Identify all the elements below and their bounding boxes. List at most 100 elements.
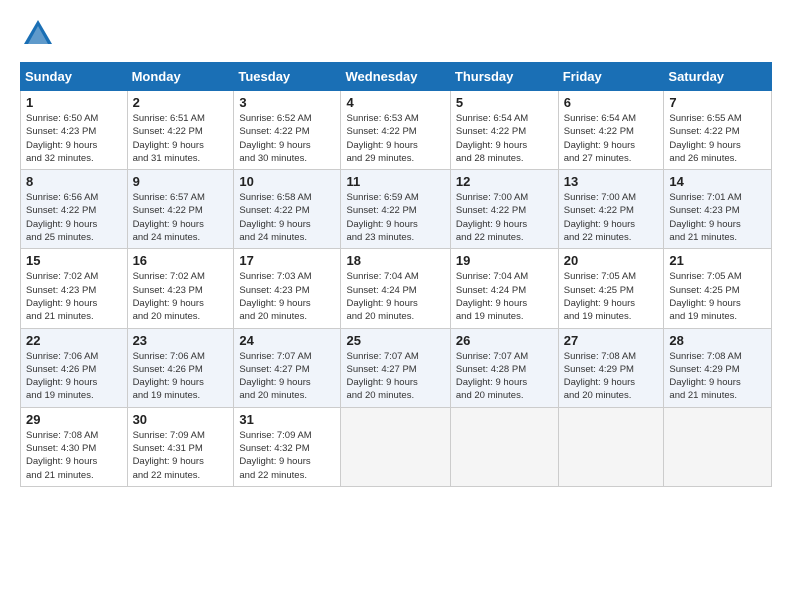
day-number: 6 xyxy=(564,95,659,110)
calendar-cell: 20 Sunrise: 7:05 AMSunset: 4:25 PMDayligh… xyxy=(558,249,664,328)
day-info: Sunrise: 7:09 AMSunset: 4:32 PMDaylight:… xyxy=(239,429,335,482)
calendar-cell: 18Sunrise: 7:04 AMSunset: 4:24 PMDayligh… xyxy=(341,249,450,328)
day-number: 21 xyxy=(669,253,766,268)
day-info: Sunrise: 7:02 AMSunset: 4:23 PMDaylight:… xyxy=(26,270,122,323)
header xyxy=(20,16,772,52)
header-friday: Friday xyxy=(558,63,664,91)
day-info: Sunrise: 7:08 AMSunset: 4:29 PMDaylight:… xyxy=(564,350,659,403)
week-row-4: 22 Sunrise: 7:06 AMSunset: 4:26 PMDayligh… xyxy=(21,328,772,407)
calendar-cell: 10 Sunrise: 6:58 AMSunset: 4:22 PMDayligh… xyxy=(234,170,341,249)
day-number: 23 xyxy=(133,333,229,348)
day-info: Sunrise: 7:05 AMSunset: 4:25 PMDaylight:… xyxy=(669,270,766,323)
header-thursday: Thursday xyxy=(450,63,558,91)
calendar-cell xyxy=(664,407,772,486)
calendar-cell: 5Sunrise: 6:54 AMSunset: 4:22 PMDaylight… xyxy=(450,91,558,170)
day-info: Sunrise: 6:57 AMSunset: 4:22 PMDaylight:… xyxy=(133,191,229,244)
day-info: Sunrise: 7:06 AMSunset: 4:26 PMDaylight:… xyxy=(26,350,122,403)
day-info: Sunrise: 7:09 AMSunset: 4:31 PMDaylight:… xyxy=(133,429,229,482)
day-number: 5 xyxy=(456,95,553,110)
logo xyxy=(20,16,60,52)
header-tuesday: Tuesday xyxy=(234,63,341,91)
day-info: Sunrise: 6:59 AMSunset: 4:22 PMDaylight:… xyxy=(346,191,444,244)
day-info: Sunrise: 7:02 AMSunset: 4:23 PMDaylight:… xyxy=(133,270,229,323)
day-number: 8 xyxy=(26,174,122,189)
day-number: 13 xyxy=(564,174,659,189)
calendar-cell: 14Sunrise: 7:01 AMSunset: 4:23 PMDayligh… xyxy=(664,170,772,249)
calendar-body: 1 Sunrise: 6:50 AMSunset: 4:23 PMDaylight… xyxy=(21,91,772,487)
header-wednesday: Wednesday xyxy=(341,63,450,91)
header-monday: Monday xyxy=(127,63,234,91)
day-number: 1 xyxy=(26,95,122,110)
calendar-cell: 3 Sunrise: 6:52 AMSunset: 4:22 PMDaylight… xyxy=(234,91,341,170)
calendar-cell xyxy=(341,407,450,486)
day-number: 16 xyxy=(133,253,229,268)
day-number: 19 xyxy=(456,253,553,268)
calendar-cell xyxy=(450,407,558,486)
calendar-cell: 29 Sunrise: 7:08 AMSunset: 4:30 PMDayligh… xyxy=(21,407,128,486)
calendar-cell: 21 Sunrise: 7:05 AMSunset: 4:25 PMDayligh… xyxy=(664,249,772,328)
day-number: 10 xyxy=(239,174,335,189)
calendar-cell: 15 Sunrise: 7:02 AMSunset: 4:23 PMDayligh… xyxy=(21,249,128,328)
day-info: Sunrise: 6:53 AMSunset: 4:22 PMDaylight:… xyxy=(346,112,444,165)
calendar-cell: 27 Sunrise: 7:08 AMSunset: 4:29 PMDayligh… xyxy=(558,328,664,407)
calendar-cell: 8 Sunrise: 6:56 AMSunset: 4:22 PMDaylight… xyxy=(21,170,128,249)
day-number: 12 xyxy=(456,174,553,189)
day-number: 9 xyxy=(133,174,229,189)
header-sunday: Sunday xyxy=(21,63,128,91)
day-info: Sunrise: 7:07 AMSunset: 4:28 PMDaylight:… xyxy=(456,350,553,403)
calendar-cell: 23 Sunrise: 7:06 AMSunset: 4:26 PMDayligh… xyxy=(127,328,234,407)
day-info: Sunrise: 7:06 AMSunset: 4:26 PMDaylight:… xyxy=(133,350,229,403)
day-info: Sunrise: 6:52 AMSunset: 4:22 PMDaylight:… xyxy=(239,112,335,165)
day-info: Sunrise: 7:08 AMSunset: 4:30 PMDaylight:… xyxy=(26,429,122,482)
week-row-5: 29 Sunrise: 7:08 AMSunset: 4:30 PMDayligh… xyxy=(21,407,772,486)
calendar-cell: 12 Sunrise: 7:00 AMSunset: 4:22 PMDayligh… xyxy=(450,170,558,249)
header-saturday: Saturday xyxy=(664,63,772,91)
day-info: Sunrise: 7:07 AMSunset: 4:27 PMDaylight:… xyxy=(346,350,444,403)
day-number: 27 xyxy=(564,333,659,348)
calendar-cell: 2Sunrise: 6:51 AMSunset: 4:22 PMDaylight… xyxy=(127,91,234,170)
day-number: 25 xyxy=(346,333,444,348)
week-row-1: 1 Sunrise: 6:50 AMSunset: 4:23 PMDaylight… xyxy=(21,91,772,170)
day-number: 26 xyxy=(456,333,553,348)
calendar-cell: 31 Sunrise: 7:09 AMSunset: 4:32 PMDayligh… xyxy=(234,407,341,486)
day-number: 30 xyxy=(133,412,229,427)
day-number: 29 xyxy=(26,412,122,427)
calendar-table: SundayMondayTuesdayWednesdayThursdayFrid… xyxy=(20,62,772,487)
logo-icon xyxy=(20,16,56,52)
calendar-cell: 13 Sunrise: 7:00 AMSunset: 4:22 PMDayligh… xyxy=(558,170,664,249)
calendar-cell: 24 Sunrise: 7:07 AMSunset: 4:27 PMDayligh… xyxy=(234,328,341,407)
day-info: Sunrise: 7:03 AMSunset: 4:23 PMDaylight:… xyxy=(239,270,335,323)
day-number: 20 xyxy=(564,253,659,268)
calendar-cell: 17Sunrise: 7:03 AMSunset: 4:23 PMDayligh… xyxy=(234,249,341,328)
week-row-2: 8 Sunrise: 6:56 AMSunset: 4:22 PMDaylight… xyxy=(21,170,772,249)
day-number: 15 xyxy=(26,253,122,268)
day-info: Sunrise: 6:50 AMSunset: 4:23 PMDaylight:… xyxy=(26,112,122,165)
day-info: Sunrise: 7:00 AMSunset: 4:22 PMDaylight:… xyxy=(564,191,659,244)
calendar-cell xyxy=(558,407,664,486)
calendar-cell: 6Sunrise: 6:54 AMSunset: 4:22 PMDaylight… xyxy=(558,91,664,170)
calendar-cell: 7 Sunrise: 6:55 AMSunset: 4:22 PMDaylight… xyxy=(664,91,772,170)
day-number: 28 xyxy=(669,333,766,348)
calendar-cell: 26 Sunrise: 7:07 AMSunset: 4:28 PMDayligh… xyxy=(450,328,558,407)
day-number: 7 xyxy=(669,95,766,110)
calendar-cell: 28Sunrise: 7:08 AMSunset: 4:29 PMDayligh… xyxy=(664,328,772,407)
day-info: Sunrise: 6:51 AMSunset: 4:22 PMDaylight:… xyxy=(133,112,229,165)
day-number: 31 xyxy=(239,412,335,427)
calendar-cell: 16 Sunrise: 7:02 AMSunset: 4:23 PMDayligh… xyxy=(127,249,234,328)
day-info: Sunrise: 6:56 AMSunset: 4:22 PMDaylight:… xyxy=(26,191,122,244)
day-number: 3 xyxy=(239,95,335,110)
day-info: Sunrise: 7:04 AMSunset: 4:24 PMDaylight:… xyxy=(346,270,444,323)
day-info: Sunrise: 7:05 AMSunset: 4:25 PMDaylight:… xyxy=(564,270,659,323)
calendar-cell: 1 Sunrise: 6:50 AMSunset: 4:23 PMDaylight… xyxy=(21,91,128,170)
day-info: Sunrise: 6:58 AMSunset: 4:22 PMDaylight:… xyxy=(239,191,335,244)
day-info: Sunrise: 7:01 AMSunset: 4:23 PMDaylight:… xyxy=(669,191,766,244)
calendar-cell: 9 Sunrise: 6:57 AMSunset: 4:22 PMDaylight… xyxy=(127,170,234,249)
day-number: 11 xyxy=(346,174,444,189)
day-info: Sunrise: 6:55 AMSunset: 4:22 PMDaylight:… xyxy=(669,112,766,165)
calendar-cell: 30 Sunrise: 7:09 AMSunset: 4:31 PMDayligh… xyxy=(127,407,234,486)
day-info: Sunrise: 7:00 AMSunset: 4:22 PMDaylight:… xyxy=(456,191,553,244)
day-number: 22 xyxy=(26,333,122,348)
day-number: 24 xyxy=(239,333,335,348)
day-info: Sunrise: 7:07 AMSunset: 4:27 PMDaylight:… xyxy=(239,350,335,403)
calendar-cell: 4Sunrise: 6:53 AMSunset: 4:22 PMDaylight… xyxy=(341,91,450,170)
